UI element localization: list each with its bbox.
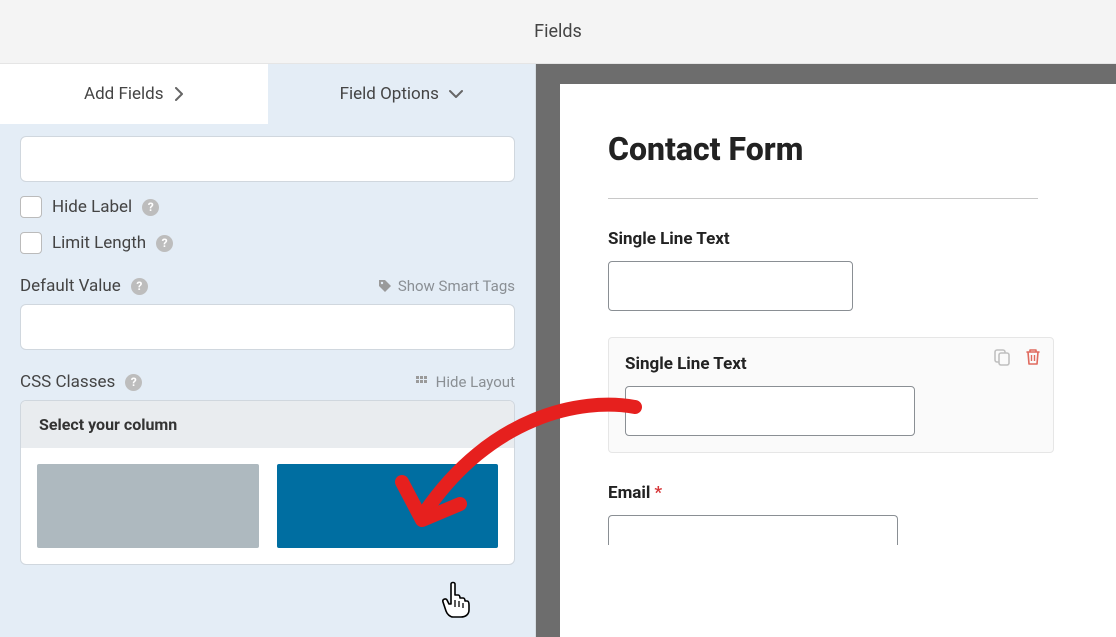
field-1-input[interactable]	[608, 261, 853, 311]
tab-add-fields[interactable]: Add Fields	[0, 64, 268, 124]
column-selector-panel: Select your column	[20, 400, 515, 565]
help-icon[interactable]: ?	[142, 199, 159, 216]
limit-length-text: Limit Length	[52, 233, 146, 253]
top-header: Fields	[0, 0, 1116, 64]
duplicate-icon[interactable]	[993, 348, 1011, 366]
show-smart-tags-link[interactable]: Show Smart Tags	[378, 277, 515, 295]
help-icon[interactable]: ?	[131, 278, 148, 295]
column-option-right[interactable]	[277, 464, 499, 548]
title-divider	[608, 198, 1038, 199]
form-field-2-selected[interactable]: Single Line Text	[608, 337, 1054, 453]
label-input[interactable]	[20, 136, 515, 182]
column-option-left[interactable]	[37, 464, 259, 548]
chevron-down-icon	[449, 89, 463, 99]
help-icon[interactable]: ?	[156, 235, 173, 252]
tab-field-options-label: Field Options	[340, 84, 439, 104]
form-field-3[interactable]: Email*	[608, 483, 1068, 545]
form-preview[interactable]: Contact Form Single Line Text Single Lin…	[560, 84, 1116, 637]
default-value-input[interactable]	[20, 304, 515, 350]
hide-label-checkbox[interactable]	[20, 196, 42, 218]
field-3-input[interactable]	[608, 515, 898, 545]
grid-icon	[416, 376, 430, 388]
show-smart-tags-text: Show Smart Tags	[398, 277, 515, 295]
left-sidebar: Add Fields Field Options Hide Label ?	[0, 64, 536, 637]
help-icon[interactable]: ?	[125, 374, 142, 391]
header-title: Fields	[534, 21, 582, 42]
form-preview-frame: Contact Form Single Line Text Single Lin…	[536, 64, 1116, 637]
tag-icon	[378, 279, 392, 293]
field-2-label: Single Line Text	[625, 354, 1037, 374]
hide-label-text: Hide Label	[52, 197, 132, 217]
trash-icon[interactable]	[1025, 348, 1041, 366]
hide-layout-link[interactable]: Hide Layout	[416, 373, 515, 391]
chevron-right-icon	[174, 87, 184, 101]
column-selector-header: Select your column	[21, 401, 514, 448]
field-3-label: Email*	[608, 483, 1068, 503]
field-1-label: Single Line Text	[608, 229, 1068, 249]
form-title: Contact Form	[608, 130, 808, 168]
field-2-input[interactable]	[625, 386, 915, 436]
tab-add-fields-label: Add Fields	[84, 84, 164, 104]
required-star: *	[654, 483, 662, 503]
form-field-1[interactable]: Single Line Text	[608, 229, 1068, 311]
field-3-label-text: Email	[608, 483, 650, 503]
limit-length-checkbox[interactable]	[20, 232, 42, 254]
tab-field-options[interactable]: Field Options	[268, 64, 536, 124]
default-value-label: Default Value	[20, 276, 121, 296]
hide-layout-text: Hide Layout	[436, 373, 515, 391]
css-classes-label: CSS Classes	[20, 372, 115, 392]
